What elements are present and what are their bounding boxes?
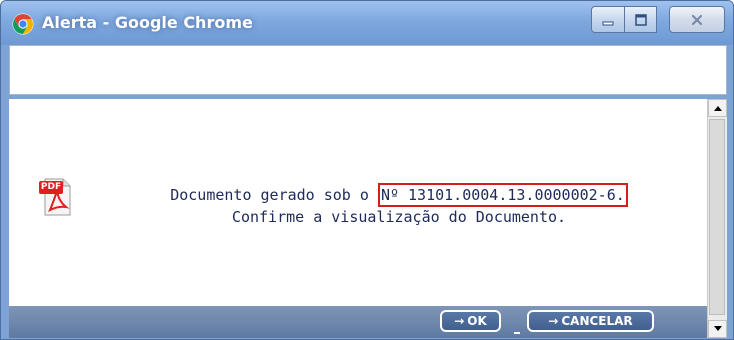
triangle-up-icon <box>713 106 722 111</box>
close-icon <box>691 14 703 25</box>
cancel-button[interactable]: → CANCELAR <box>527 310 654 332</box>
chrome-popup-window: Alerta - Google Chrome PDF Documento ger… <box>0 0 734 340</box>
minimize-icon <box>602 21 614 25</box>
vertical-scrollbar[interactable] <box>707 99 727 338</box>
arrow-right-icon: → <box>454 314 465 328</box>
chrome-logo-icon <box>12 13 34 35</box>
button-separator <box>514 332 520 334</box>
triangle-down-icon <box>713 326 722 331</box>
document-number: Nº 13101.0004.13.0000002-6. <box>377 183 628 207</box>
alert-content: PDF Documento gerado sob o Nº 13101.0004… <box>9 99 707 306</box>
scrollbar-thumb[interactable] <box>709 119 725 315</box>
ok-label: OK <box>467 314 487 328</box>
pdf-badge: PDF <box>39 181 63 194</box>
minimize-button[interactable] <box>591 6 625 33</box>
close-button[interactable] <box>669 6 725 33</box>
scroll-up-button[interactable] <box>708 99 727 117</box>
message-line-2: Confirme a visualização do Documento. <box>231 208 567 226</box>
message-line-1: Documento gerado sob o Nº 13101.0004.13.… <box>89 183 709 207</box>
cancel-label: CANCELAR <box>561 314 633 328</box>
alert-message: Documento gerado sob o Nº 13101.0004.13.… <box>89 183 709 227</box>
maximize-icon <box>634 13 647 26</box>
window-title: Alerta - Google Chrome <box>42 13 253 32</box>
action-bar: → OK → CANCELAR <box>9 306 707 338</box>
address-bar-area <box>9 45 727 95</box>
message-prefix: Documento gerado sob o <box>170 186 369 204</box>
scroll-down-button[interactable] <box>708 320 727 338</box>
ok-button[interactable]: → OK <box>440 310 501 332</box>
arrow-right-icon: → <box>548 314 559 328</box>
title-bar[interactable]: Alerta - Google Chrome <box>1 1 733 45</box>
maximize-button[interactable] <box>625 6 657 33</box>
